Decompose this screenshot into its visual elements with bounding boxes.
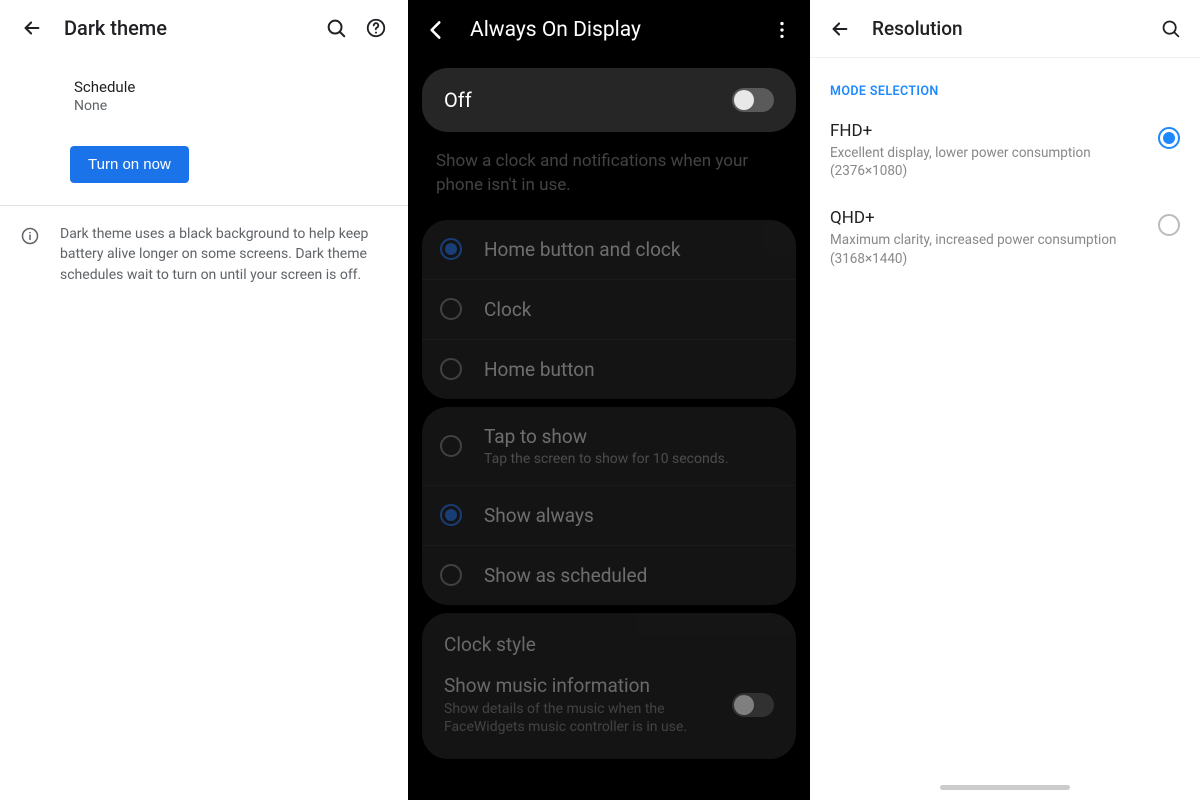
page-title: Always On Display [470, 18, 762, 42]
option-label: Show as scheduled [484, 564, 647, 587]
master-toggle-label: Off [444, 88, 732, 112]
resolution-option[interactable]: QHD+ Maximum clarity, increased power con… [810, 198, 1200, 285]
page-title: Resolution [872, 17, 1150, 40]
section-label: MODE SELECTION [810, 58, 1200, 111]
info-icon [18, 224, 42, 248]
radio-icon [1158, 127, 1180, 149]
resolution-option[interactable]: FHD+ Excellent display, lower power consu… [810, 111, 1200, 198]
option-sub: Excellent display, lower power consumpti… [830, 144, 1144, 180]
page-title: Dark theme [64, 16, 316, 40]
radio-icon [440, 298, 462, 320]
music-switch[interactable] [732, 693, 774, 717]
radio-icon [440, 435, 462, 457]
turn-on-button[interactable]: Turn on now [70, 146, 189, 183]
panel-dark-theme: Dark theme Schedule None Turn on now Dar… [0, 0, 408, 800]
radio-icon [440, 238, 462, 260]
panel-always-on-display: Always On Display Off Show a clock and n… [408, 0, 810, 800]
display-timing-group: Tap to show Tap the screen to show for 10… [422, 407, 796, 605]
music-info-text: Show music information Show details of t… [444, 674, 720, 738]
radio-icon [440, 504, 462, 526]
clock-style-row[interactable]: Clock style [422, 613, 796, 660]
search-icon [1160, 18, 1181, 39]
content-option[interactable]: Clock [422, 279, 796, 339]
display-content-group: Home button and clock Clock Home button [422, 220, 796, 399]
schedule-label: Schedule [74, 78, 384, 96]
option-sub: Maximum clarity, increased power consump… [830, 231, 1144, 267]
search-button[interactable] [1150, 9, 1190, 49]
content-option[interactable]: Home button and clock [422, 220, 796, 279]
arrow-left-icon [21, 17, 43, 39]
gesture-bar [940, 785, 1070, 790]
more-button[interactable] [762, 10, 802, 50]
more-vertical-icon [771, 19, 793, 41]
help-icon [365, 17, 387, 39]
music-info-row[interactable]: Show music information Show details of t… [422, 660, 796, 760]
info-text: Dark theme uses a black background to he… [60, 224, 390, 285]
back-button[interactable] [416, 10, 456, 50]
back-button[interactable] [820, 9, 860, 49]
arrow-left-icon [829, 18, 851, 40]
radio-icon [1158, 214, 1180, 236]
option-sub: Tap the screen to show for 10 seconds. [484, 451, 729, 467]
option-label: Tap to show [484, 425, 729, 448]
option-label: Home button and clock [484, 238, 681, 261]
description-text: Show a clock and notifications when your… [408, 140, 810, 212]
timing-option[interactable]: Tap to show Tap the screen to show for 10… [422, 407, 796, 485]
resolution-options: FHD+ Excellent display, lower power consu… [810, 111, 1200, 286]
master-toggle-row[interactable]: Off [422, 68, 796, 132]
clock-style-label: Clock style [444, 633, 774, 656]
body: Schedule None Turn on now Dark theme use… [0, 56, 408, 303]
help-button[interactable] [356, 8, 396, 48]
option-label: Home button [484, 358, 595, 381]
option-title: QHD+ [830, 208, 1144, 228]
search-icon [325, 17, 347, 39]
search-button[interactable] [316, 8, 356, 48]
back-button[interactable] [12, 8, 52, 48]
master-switch[interactable] [732, 88, 774, 112]
option-label: Show always [484, 504, 594, 527]
schedule-value: None [74, 98, 384, 114]
timing-option[interactable]: Show as scheduled [422, 545, 796, 605]
header: Resolution [810, 0, 1200, 58]
info-block: Dark theme uses a black background to he… [0, 206, 408, 303]
extras-group: Clock style Show music information Show … [422, 613, 796, 760]
option-label: Clock [484, 298, 531, 321]
option-title: FHD+ [830, 121, 1144, 141]
music-info-title: Show music information [444, 674, 720, 697]
panel-resolution: Resolution MODE SELECTION FHD+ Excellent … [810, 0, 1200, 800]
music-info-sub: Show details of the music when the FaceW… [444, 700, 720, 738]
chevron-left-icon [423, 17, 449, 43]
radio-icon [440, 564, 462, 586]
header: Dark theme [0, 0, 408, 56]
schedule-row[interactable]: Schedule None [0, 72, 408, 120]
content-option[interactable]: Home button [422, 339, 796, 399]
timing-option[interactable]: Show always [422, 485, 796, 545]
master-toggle-card: Off [422, 68, 796, 132]
radio-icon [440, 358, 462, 380]
header: Always On Display [408, 0, 810, 60]
